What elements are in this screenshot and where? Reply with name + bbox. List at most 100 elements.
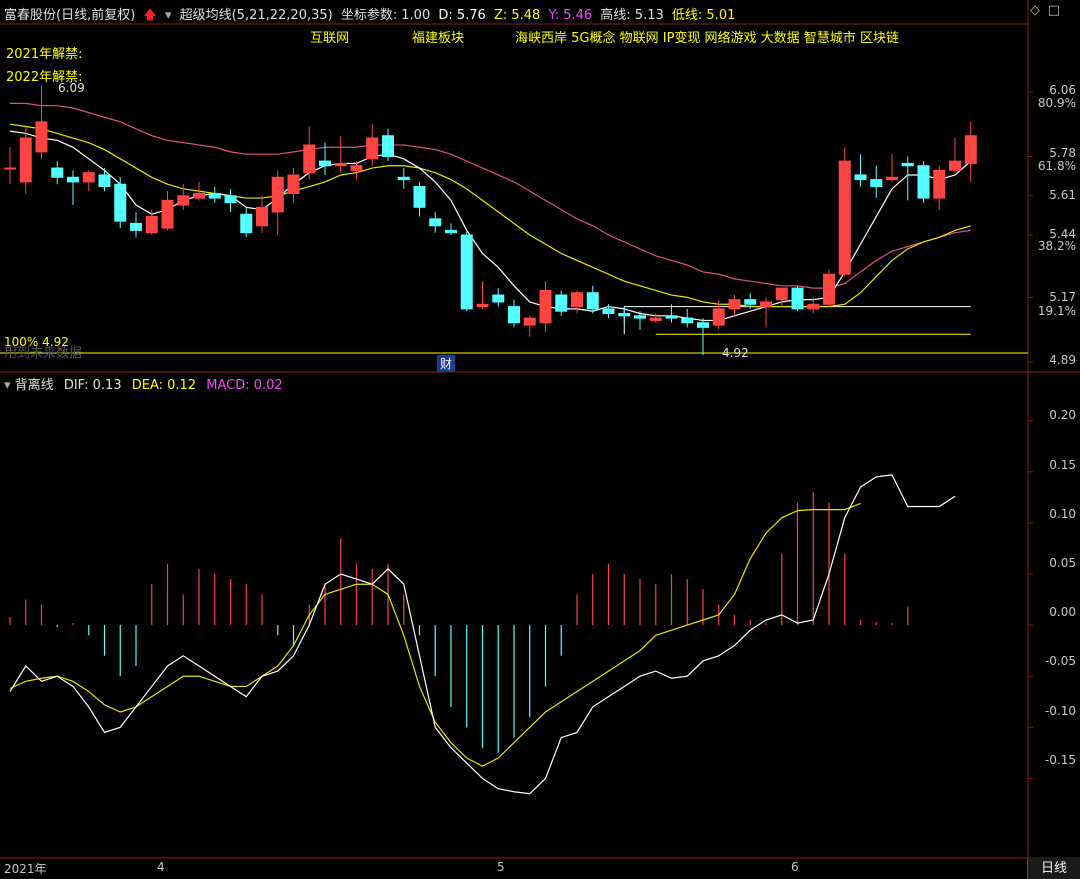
window-icon[interactable]: □: [1048, 3, 1060, 18]
candle-body: [67, 176, 79, 183]
candle-body: [366, 137, 379, 160]
candle-body: [712, 308, 725, 326]
price-tick: 5.78: [1049, 146, 1076, 160]
concept-tag-internet[interactable]: 互联网: [310, 27, 349, 46]
candle-body: [681, 317, 694, 324]
candle-body: [460, 234, 473, 310]
candle-body: [523, 317, 536, 326]
z-value: Z: 5.48: [493, 8, 541, 23]
macd-tick: -0.05: [1044, 654, 1076, 668]
candle-body: [571, 292, 583, 308]
candle-body: [807, 303, 820, 310]
candle-body: [665, 315, 678, 319]
macd-tick: 0.05: [1049, 556, 1076, 570]
candle-body: [130, 222, 142, 231]
candle-body: [602, 308, 615, 315]
price-tick: 61.8%: [1037, 159, 1076, 173]
candle-body: [949, 160, 961, 171]
candle-body: [870, 179, 883, 188]
candle-body: [933, 169, 946, 199]
candle-body: [555, 294, 568, 312]
unlock-2021: 2021年解禁:: [6, 47, 83, 62]
candle-body: [791, 287, 804, 310]
high-line-value: 高线: 5.13: [600, 8, 664, 23]
max-price-label: 6.09: [58, 81, 85, 95]
macd-tick: 0.10: [1049, 507, 1076, 521]
coord-value: 1.00: [401, 8, 431, 23]
d-value: D: 5.76: [438, 8, 486, 23]
macd-tick: -0.15: [1044, 753, 1076, 767]
macd-indicator-name[interactable]: 背离线: [15, 378, 54, 393]
candle-body: [634, 315, 646, 319]
stock-name[interactable]: 富春股份(日线,前复权): [4, 8, 135, 23]
period-button[interactable]: 日线: [1027, 858, 1080, 879]
candle-body: [350, 165, 363, 171]
x-tick: 5: [497, 860, 505, 874]
candle-body: [901, 162, 914, 167]
concept-tag-list[interactable]: 海峡西岸 5G概念 物联网 IP变现 网络游戏 大数据 智慧城市 区块链: [515, 27, 899, 46]
candle-body: [429, 218, 442, 227]
candle-body: [618, 313, 631, 317]
collapse-icon[interactable]: ▾: [4, 378, 11, 393]
macd-tick: 0.15: [1049, 458, 1076, 472]
macd-tick: 0.20: [1049, 408, 1076, 422]
candle-body: [823, 273, 835, 305]
candle-body: [539, 289, 552, 324]
candle-body: [240, 213, 253, 234]
candle-body: [35, 121, 48, 153]
macd-value: MACD: 0.02: [206, 378, 283, 393]
concept-tag-fujian[interactable]: 福建板块: [412, 27, 464, 46]
candle-body: [586, 292, 599, 310]
price-tick: 19.1%: [1037, 304, 1076, 318]
candle-body: [271, 176, 284, 213]
x-tick: 2021年: [4, 862, 47, 876]
dea-value: DEA: 0.12: [131, 378, 197, 393]
arrow-up-icon: 🡅: [143, 8, 157, 23]
candle-body: [319, 160, 331, 167]
indicator-name[interactable]: 超级均线(5,21,22,20,35): [180, 8, 333, 23]
candle-body: [193, 192, 205, 199]
candle-body: [508, 306, 520, 324]
price-tick: 6.06: [1049, 83, 1076, 97]
candle-body: [177, 195, 190, 206]
diamond-icon[interactable]: ◇: [1030, 3, 1040, 18]
candle-body: [917, 165, 930, 199]
candle-body: [382, 135, 394, 158]
candle-body: [886, 176, 898, 181]
dif-value: DIF: 0.13: [63, 378, 122, 393]
x-tick: 6: [791, 860, 799, 874]
collapse-icon[interactable]: ▾: [165, 8, 172, 23]
chart-header: 富春股份(日线,前复权) 🡅 ▾ 超级均线(5,21,22,20,35) 坐标参…: [0, 4, 739, 24]
macd-tick: 0.00: [1049, 605, 1076, 619]
price-tick: 5.61: [1049, 188, 1076, 202]
low-line-value: 低线: 5.01: [671, 8, 736, 23]
candle-body: [256, 206, 268, 227]
candle-body: [760, 301, 772, 308]
candle-body: [208, 192, 221, 199]
candle-body: [397, 176, 410, 181]
candle-body: [728, 299, 741, 310]
candle-body: [854, 174, 867, 181]
finance-tag[interactable]: 财: [437, 355, 456, 372]
candle-body: [964, 135, 977, 164]
pct-label: 100% 4.92: [4, 335, 69, 349]
candle-body: [4, 167, 16, 170]
candle-body: [775, 287, 788, 301]
price-tick: 38.2%: [1037, 239, 1076, 253]
y-value: Y: 5.46: [548, 8, 593, 23]
candle-body: [492, 294, 505, 303]
candle-body: [303, 144, 316, 174]
chart-canvas[interactable]: [0, 0, 1080, 879]
candle-body: [445, 229, 457, 234]
candle-body: [224, 195, 237, 204]
min-price-label: 4.92: [722, 346, 749, 360]
candle-body: [145, 216, 158, 234]
candle-body: [649, 317, 662, 321]
price-tick: 4.89: [1049, 353, 1076, 367]
chart-background: [0, 0, 1080, 879]
macd-header: ▾ 背离线 DIF: 0.13 DEA: 0.12 MACD: 0.02: [0, 374, 283, 393]
coord-label: 坐标参数:: [340, 8, 398, 23]
candle-body: [697, 322, 709, 328]
macd-tick: -0.10: [1044, 704, 1076, 718]
candle-body: [476, 303, 489, 308]
